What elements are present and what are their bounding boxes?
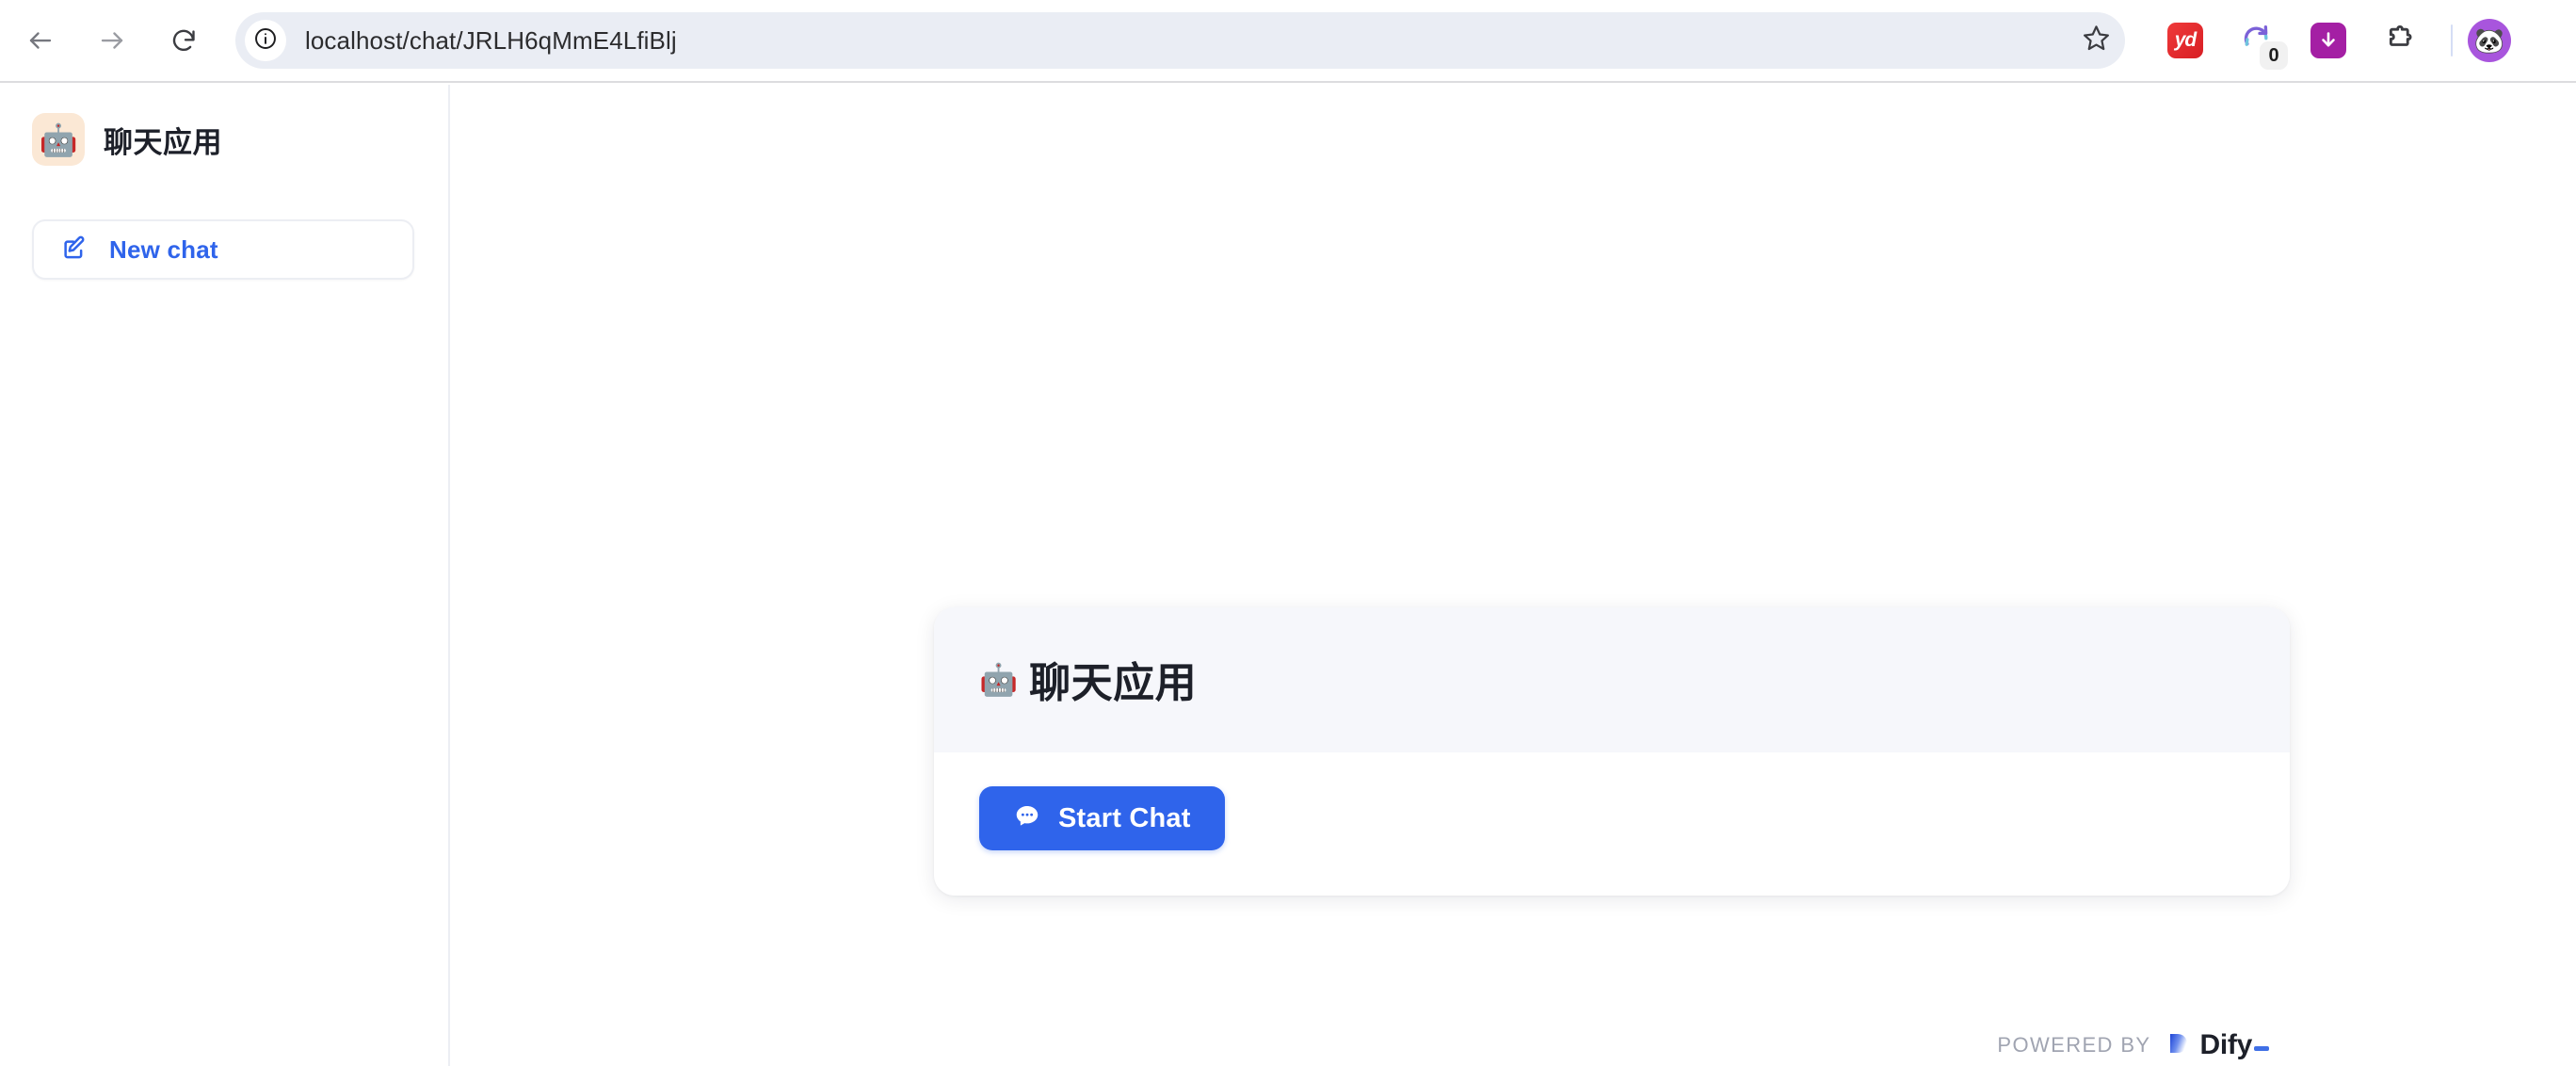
main-content: 🤖 聊天应用 Start Chat POWERED BY Dify — [450, 85, 2576, 1066]
dify-brand[interactable]: Dify — [2166, 1029, 2269, 1061]
welcome-card-body: Start Chat — [934, 752, 2290, 896]
new-chat-button[interactable]: New chat — [32, 219, 414, 280]
new-chat-label: New chat — [109, 234, 218, 264]
arrow-left-icon — [26, 26, 55, 55]
history-sync-extension-button[interactable]: 0 — [2231, 15, 2288, 70]
dify-underscore — [2254, 1046, 2269, 1051]
yd-translate-extension-icon: yd — [2167, 23, 2203, 58]
address-bar[interactable]: localhost/chat/JRLH6qMmE4LfiBlj — [235, 12, 2125, 69]
download-manager-extension-button[interactable] — [2303, 15, 2354, 66]
extension-toolbar: yd 0 🐼 — [2149, 15, 2526, 70]
welcome-title: 聊天应用 — [1029, 660, 1198, 706]
bookmark-button[interactable] — [2067, 12, 2125, 69]
yd-translate-extension-button[interactable]: yd — [2160, 15, 2211, 66]
powered-by: POWERED BY Dify — [1997, 1029, 2269, 1061]
url-text[interactable]: localhost/chat/JRLH6qMmE4LfiBlj — [305, 26, 677, 56]
star-icon — [2082, 24, 2111, 57]
powered-by-label: POWERED BY — [1997, 1033, 2151, 1057]
page-content: 🤖 聊天应用 New chat 🤖 聊天应用 Start Chat POWERE… — [0, 85, 2576, 1066]
sidebar: 🤖 聊天应用 New chat — [0, 85, 450, 1066]
chat-bubble-icon — [1013, 802, 1041, 835]
app-logo-icon: 🤖 — [979, 661, 1019, 697]
extensions-button[interactable] — [2375, 15, 2425, 66]
browser-toolbar: localhost/chat/JRLH6qMmE4LfiBlj yd 0 🐼 — [0, 0, 2576, 83]
reload-button[interactable] — [154, 11, 213, 70]
reload-icon — [169, 26, 198, 55]
edit-square-icon — [60, 234, 89, 266]
back-button[interactable] — [11, 11, 70, 70]
download-manager-extension-icon — [2310, 23, 2346, 58]
dify-wordmark: Dify — [2200, 1029, 2269, 1061]
welcome-card-header: 🤖 聊天应用 — [934, 607, 2290, 752]
toolbar-divider — [2451, 24, 2453, 57]
info-circle-icon — [253, 26, 278, 56]
site-info-button[interactable] — [245, 20, 286, 61]
app-title: 聊天应用 — [104, 125, 222, 159]
app-logo-icon: 🤖 — [32, 113, 85, 166]
dify-logo-icon — [2166, 1030, 2193, 1061]
profile-avatar[interactable]: 🐼 — [2468, 19, 2511, 62]
welcome-card: 🤖 聊天应用 Start Chat — [934, 607, 2290, 896]
arrow-right-icon — [98, 26, 126, 55]
start-chat-button[interactable]: Start Chat — [979, 786, 1225, 850]
start-chat-label: Start Chat — [1058, 802, 1191, 833]
extensions-puzzle-icon — [2384, 23, 2416, 59]
forward-button[interactable] — [83, 11, 141, 70]
sidebar-app-header: 🤖 聊天应用 — [0, 85, 448, 166]
history-sync-badge: 0 — [2260, 41, 2288, 70]
